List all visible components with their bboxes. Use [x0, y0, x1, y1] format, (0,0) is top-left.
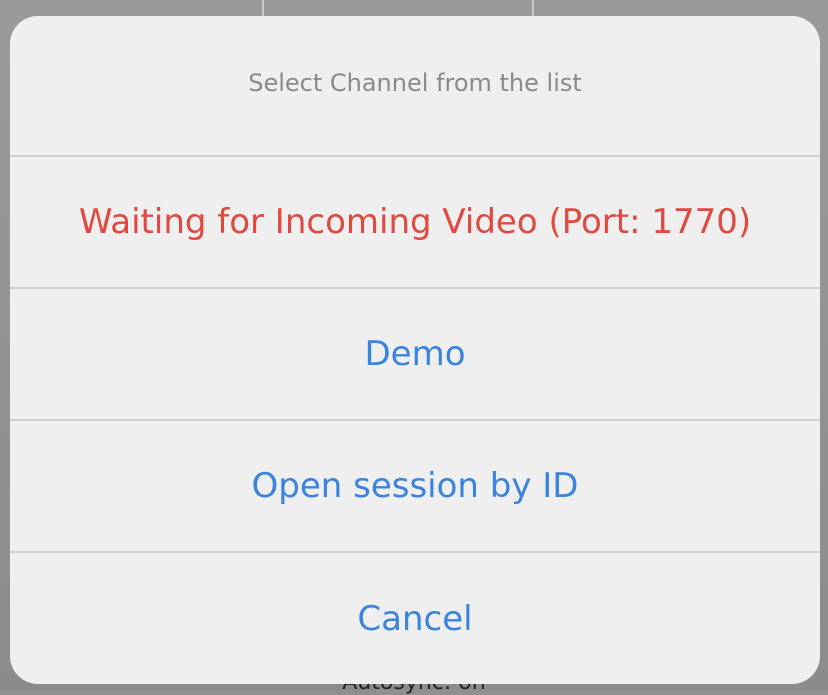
channel-action-sheet: Select Channel from the list Waiting for… — [10, 16, 820, 684]
waiting-incoming-video-button[interactable]: Waiting for Incoming Video (Port: 1770) — [10, 157, 820, 289]
action-sheet-title: Select Channel from the list — [248, 68, 582, 97]
demo-button[interactable]: Demo — [10, 289, 820, 421]
waiting-incoming-video-label: Waiting for Incoming Video (Port: 1770) — [78, 202, 752, 242]
action-sheet-header: Select Channel from the list — [10, 16, 820, 157]
cancel-label: Cancel — [357, 599, 473, 639]
cancel-button[interactable]: Cancel — [10, 553, 820, 684]
open-session-by-id-button[interactable]: Open session by ID — [10, 421, 820, 553]
demo-label: Demo — [364, 334, 466, 374]
open-session-by-id-label: Open session by ID — [251, 466, 579, 506]
